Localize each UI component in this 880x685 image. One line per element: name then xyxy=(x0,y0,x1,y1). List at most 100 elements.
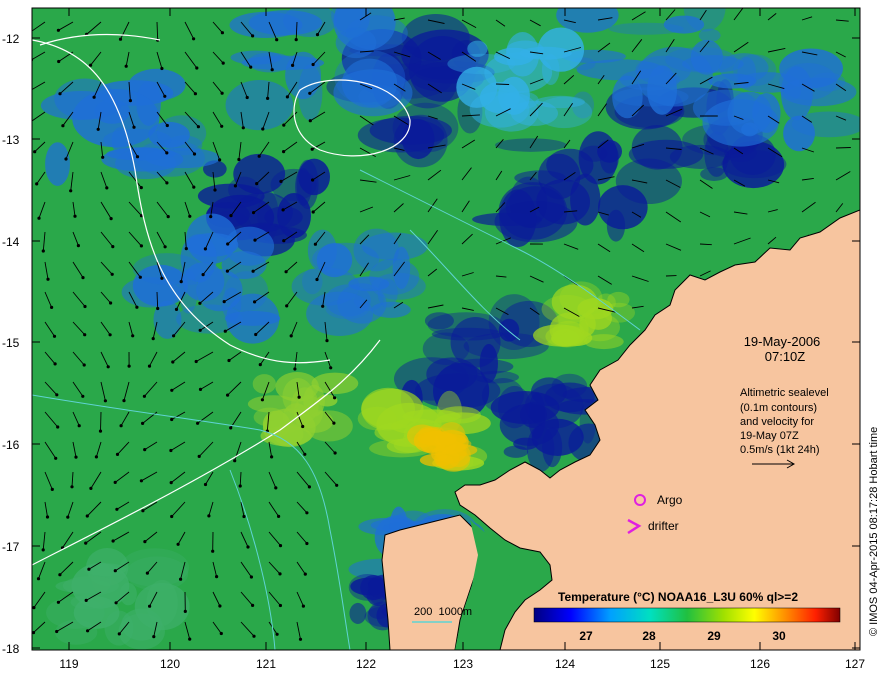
argo-label: Argo xyxy=(657,493,683,507)
info-line: (0.1m contours) xyxy=(740,402,817,414)
lon-tick-label: 122 xyxy=(356,657,376,671)
velocity-arrow-head xyxy=(258,155,261,158)
velocity-arrow-head xyxy=(308,485,311,488)
velocity-arrow-head xyxy=(119,38,122,41)
sst-blob xyxy=(183,262,224,301)
velocity-arrow-head xyxy=(253,239,256,242)
velocity-arrow-head xyxy=(86,629,89,632)
velocity-arrow-head xyxy=(308,92,311,95)
velocity-arrow-head xyxy=(312,63,315,66)
velocity-arrow-head xyxy=(252,635,255,638)
velocity-arrow-head xyxy=(129,99,132,102)
sst-blob xyxy=(438,422,466,449)
velocity-arrow-head xyxy=(209,215,212,218)
velocity-arrow-head xyxy=(335,484,338,487)
velocity-arrow-head xyxy=(175,308,178,311)
colorbar xyxy=(534,608,840,622)
velocity-arrow-head xyxy=(282,124,285,127)
velocity-arrow-head xyxy=(77,244,80,247)
velocity-arrow-head xyxy=(116,453,119,456)
velocity-arrow-head xyxy=(299,638,302,641)
velocity-arrow-head xyxy=(128,365,131,368)
velocity-arrow-head xyxy=(188,638,191,641)
velocity-arrow-head xyxy=(253,300,256,303)
velocity-arrow-head xyxy=(141,509,144,512)
velocity-arrow-head xyxy=(55,630,58,633)
velocity-arrow-head xyxy=(87,568,90,571)
lat-tick-label: -13 xyxy=(2,133,20,147)
velocity-arrow-head xyxy=(93,96,96,99)
sst-map-figure: 119 120 121 122 123 124 125 126 127 -12 … xyxy=(0,0,880,680)
velocity-arrow-head xyxy=(333,396,336,399)
credit-text: © IMOS 04-Apr-2015 08:17:28 Hobart time xyxy=(868,427,880,636)
velocity-arrow-head xyxy=(309,119,312,122)
velocity-arrow-head xyxy=(271,68,274,71)
velocity-arrow-head xyxy=(105,186,108,189)
sst-blob xyxy=(699,29,721,42)
velocity-arrow-head xyxy=(221,92,224,95)
velocity-arrow-head xyxy=(141,422,144,425)
velocity-arrow-head xyxy=(321,305,324,308)
velocity-arrow-head xyxy=(53,335,56,338)
velocity-arrow-head xyxy=(242,126,245,129)
velocity-arrow-head xyxy=(224,330,227,333)
lon-tick-label: 126 xyxy=(750,657,770,671)
velocity-arrow-head xyxy=(218,158,221,161)
velocity-arrow-head xyxy=(114,481,117,484)
sst-blob xyxy=(261,426,312,446)
velocity-arrow-head xyxy=(195,66,198,69)
velocity-arrow-head xyxy=(204,247,207,250)
velocity-arrow-head xyxy=(246,96,249,99)
date-line-1: 19-May-2006 xyxy=(744,334,821,349)
sst-blob xyxy=(504,446,529,458)
velocity-arrow-head xyxy=(227,359,230,362)
colorbar-tick: 30 xyxy=(772,629,786,643)
velocity-arrow-head xyxy=(279,604,282,607)
velocity-arrow-head xyxy=(132,126,135,129)
velocity-arrow-head xyxy=(135,306,138,309)
velocity-arrow-head xyxy=(118,632,121,635)
velocity-arrow-head xyxy=(254,333,257,336)
velocity-arrow-head xyxy=(193,152,196,155)
velocity-arrow-head xyxy=(170,389,173,392)
sst-blob xyxy=(248,52,292,72)
velocity-arrow-head xyxy=(97,128,100,131)
velocity-arrow-head xyxy=(37,217,40,220)
velocity-arrow-head xyxy=(89,487,92,490)
velocity-arrow-head xyxy=(148,605,151,608)
velocity-arrow-head xyxy=(305,542,308,545)
velocity-arrow-head xyxy=(215,575,218,578)
sst-blob xyxy=(664,16,704,34)
velocity-arrow-head xyxy=(329,366,332,369)
velocity-arrow-head xyxy=(298,396,301,399)
sst-blob xyxy=(306,292,373,336)
velocity-arrow-head xyxy=(196,422,199,425)
velocity-arrow-head xyxy=(302,605,305,608)
sst-blob xyxy=(120,548,189,586)
velocity-arrow-head xyxy=(152,337,155,340)
sst-blob xyxy=(226,80,294,130)
sst-blob xyxy=(520,47,572,60)
sst-blob xyxy=(500,404,559,446)
velocity-arrow-head xyxy=(28,121,31,124)
velocity-arrow-head xyxy=(199,388,202,391)
velocity-arrow-head xyxy=(255,182,258,185)
velocity-arrow-head xyxy=(33,150,36,153)
depth-legend-label: 200 1000m xyxy=(414,606,472,618)
sst-blob xyxy=(157,115,206,151)
velocity-arrow-head xyxy=(109,301,112,304)
sst-blob xyxy=(467,41,487,57)
sst-blob xyxy=(349,603,366,624)
velocity-arrow-head xyxy=(251,34,254,37)
velocity-arrow-head xyxy=(211,550,214,553)
velocity-arrow-head xyxy=(221,31,224,34)
velocity-arrow-head xyxy=(146,572,149,575)
velocity-arrow-head xyxy=(46,278,49,281)
velocity-arrow-head xyxy=(111,273,114,276)
sst-blob xyxy=(248,395,299,413)
velocity-arrow-head xyxy=(37,577,40,580)
velocity-arrow-head xyxy=(314,243,317,246)
lon-tick-label: 119 xyxy=(59,657,78,671)
sst-blob xyxy=(580,146,607,162)
velocity-arrow-head xyxy=(111,245,114,248)
